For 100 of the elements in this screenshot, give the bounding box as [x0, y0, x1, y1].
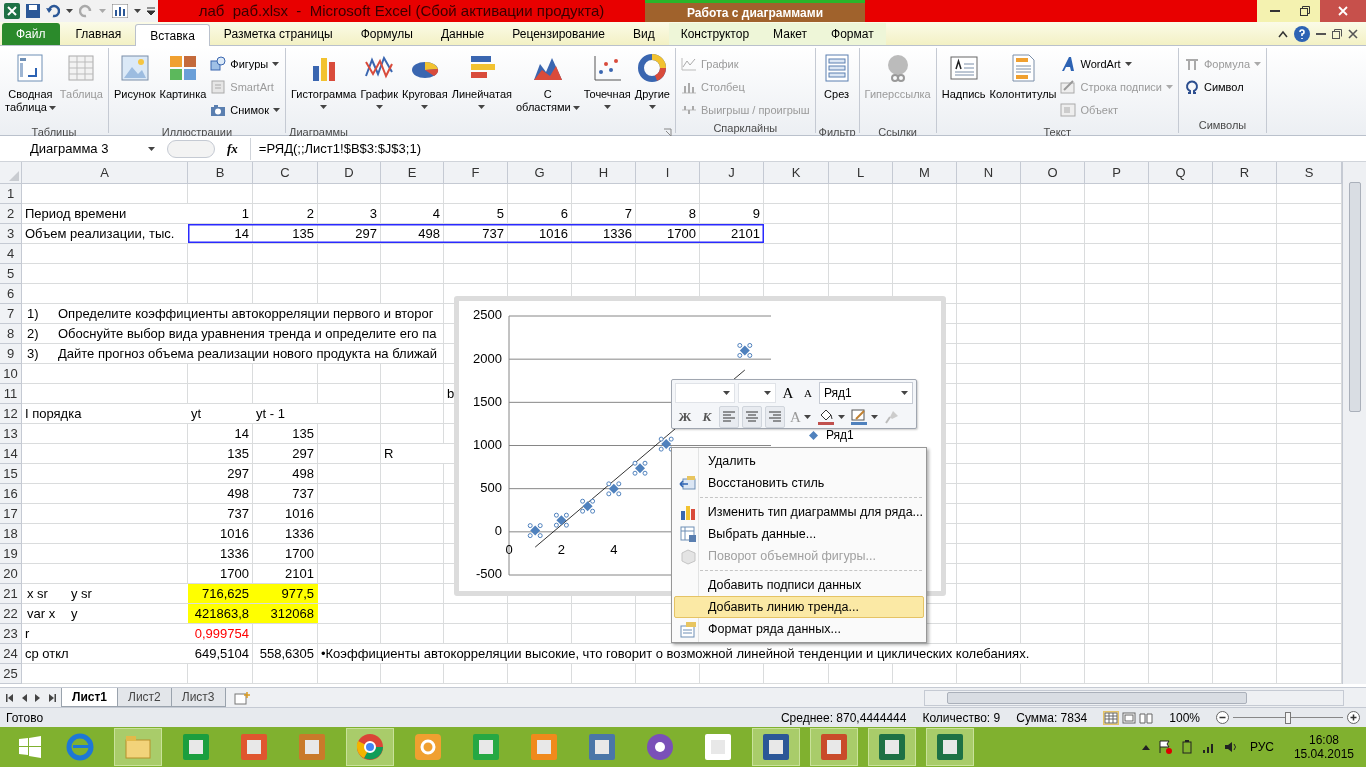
ribbon-tab[interactable]: Разметка страницы: [209, 23, 347, 45]
ribbon-tab[interactable]: Данные: [426, 23, 499, 45]
menu-item[interactable]: Добавить линию тренда...: [674, 596, 924, 618]
ribbon-tab[interactable]: Главная: [61, 23, 136, 45]
row-header[interactable]: 4: [0, 244, 22, 264]
ribbon-tab[interactable]: Макет: [761, 23, 820, 45]
sheet-tab[interactable]: Лист2: [117, 688, 172, 707]
ribbon-button[interactable]: Круговая: [400, 52, 450, 124]
column-header[interactable]: I: [636, 162, 700, 184]
grow-font-button[interactable]: A: [779, 382, 797, 404]
ribbon-button[interactable]: Линейчатая: [449, 52, 514, 124]
ribbon-button[interactable]: Надпись: [939, 52, 988, 124]
column-header[interactable]: E: [381, 162, 444, 184]
ribbon-tab[interactable]: Файл: [2, 23, 60, 45]
name-box[interactable]: Диаграмма 3: [4, 138, 159, 159]
column-header[interactable]: O: [1021, 162, 1085, 184]
row-header[interactable]: 25: [0, 664, 22, 684]
row-header[interactable]: 23: [0, 624, 22, 644]
column-header[interactable]: N: [957, 162, 1021, 184]
row-header[interactable]: 3: [0, 224, 22, 244]
column-header[interactable]: H: [572, 162, 636, 184]
axis-tick-label: 2000: [473, 350, 502, 366]
row-header[interactable]: 16: [0, 484, 22, 504]
row-header[interactable]: 21: [0, 584, 22, 604]
ribbon-button[interactable]: Точечная: [581, 52, 633, 124]
table-cell: yt: [188, 404, 253, 423]
column-header[interactable]: G: [508, 162, 572, 184]
sheet-tab[interactable]: Лист1: [61, 688, 119, 707]
ribbon-tab[interactable]: Формулы: [346, 23, 427, 45]
group-label: Спарклайны: [713, 120, 778, 136]
menu-item[interactable]: Изменить тип диаграммы для ряда...: [674, 501, 924, 523]
ribbon-button[interactable]: С областями: [513, 52, 582, 124]
list-number: 2): [27, 325, 40, 343]
column-header[interactable]: D: [318, 162, 381, 184]
ribbon-tab[interactable]: Вставка: [135, 24, 210, 46]
language-indicator[interactable]: РУС: [1245, 738, 1278, 756]
ribbon-button[interactable]: WordArt: [1058, 54, 1175, 74]
ribbon-button[interactable]: Картинка: [157, 52, 209, 124]
insert-function-button[interactable]: fx: [223, 138, 242, 159]
row-header[interactable]: 12: [0, 404, 22, 424]
ribbon-tab[interactable]: Конструктор: [668, 23, 762, 45]
row-header[interactable]: 14: [0, 444, 22, 464]
row-header[interactable]: 24: [0, 644, 22, 664]
row-header[interactable]: 1: [0, 184, 22, 204]
ribbon-button[interactable]: Другие: [632, 52, 672, 124]
row-header[interactable]: 15: [0, 464, 22, 484]
column-header[interactable]: P: [1085, 162, 1149, 184]
ribbon-button[interactable]: Снимок: [208, 100, 282, 120]
table-cell-text: 4: [431, 205, 441, 223]
column-header[interactable]: B: [188, 162, 253, 184]
column-header[interactable]: Q: [1149, 162, 1213, 184]
bold-button[interactable]: Ж: [675, 406, 695, 428]
column-header[interactable]: K: [764, 162, 829, 184]
row-header[interactable]: 5: [0, 264, 22, 284]
column-header[interactable]: C: [253, 162, 318, 184]
ribbon-button[interactable]: Срез: [818, 52, 855, 124]
formula-field[interactable]: =РЯД(;;Лист1!$B$3:$J$3;1): [249, 137, 1362, 160]
row-header[interactable]: 7: [0, 304, 22, 324]
row-header[interactable]: 8: [0, 324, 22, 344]
ribbon-button[interactable]: Символ: [1181, 77, 1264, 97]
menu-item[interactable]: Формат ряда данных...: [674, 618, 924, 640]
ribbon-button[interactable]: Гистограмма: [288, 52, 359, 124]
column-header[interactable]: M: [893, 162, 957, 184]
sheet-tab[interactable]: Лист3: [170, 688, 226, 707]
column-header[interactable]: R: [1213, 162, 1277, 184]
italic-button[interactable]: К: [698, 406, 716, 428]
row-header[interactable]: 6: [0, 284, 22, 304]
row-header[interactable]: 11: [0, 384, 22, 404]
axis-tick-label: 500: [480, 480, 502, 496]
ribbon-button[interactable]: График: [358, 52, 401, 124]
ribbon-button[interactable]: Сводная таблица: [3, 52, 58, 124]
row-header[interactable]: 10: [0, 364, 22, 384]
menu-item[interactable]: Добавить подписи данных: [674, 574, 924, 596]
ribbon-button[interactable]: Колонтитулы: [987, 52, 1059, 124]
zoom-level[interactable]: 100%: [1169, 708, 1200, 727]
menu-item[interactable]: Выбрать данные...: [674, 523, 924, 545]
table-cell: 14: [188, 224, 253, 243]
row-header[interactable]: 2: [0, 204, 22, 224]
ribbon-tab[interactable]: Вид: [618, 23, 669, 45]
row-header[interactable]: 9: [0, 344, 22, 364]
row-header[interactable]: 22: [0, 604, 22, 624]
column-header[interactable]: F: [444, 162, 508, 184]
table-cell-text: 558,6305: [258, 645, 315, 663]
row-header[interactable]: 18: [0, 524, 22, 544]
menu-item[interactable]: Восстановить стиль: [674, 472, 924, 494]
ribbon-tab[interactable]: Рецензирование: [498, 23, 619, 45]
ribbon-button[interactable]: Рисунок: [111, 52, 158, 124]
column-header[interactable]: J: [700, 162, 764, 184]
column-header[interactable]: L: [829, 162, 893, 184]
row-header[interactable]: 19: [0, 544, 22, 564]
row-header[interactable]: 17: [0, 504, 22, 524]
row-header[interactable]: 13: [0, 424, 22, 444]
series-field[interactable]: Ряд1: [819, 382, 913, 404]
ribbon-button[interactable]: Фигуры: [208, 54, 282, 74]
clock[interactable]: 16:08 15.04.2015: [1285, 733, 1362, 761]
column-header[interactable]: A: [22, 162, 188, 184]
menu-item[interactable]: Удалить: [674, 450, 924, 472]
shrink-font-button[interactable]: A: [800, 382, 816, 404]
ribbon-tab[interactable]: Формат: [819, 23, 886, 45]
row-header[interactable]: 20: [0, 564, 22, 584]
